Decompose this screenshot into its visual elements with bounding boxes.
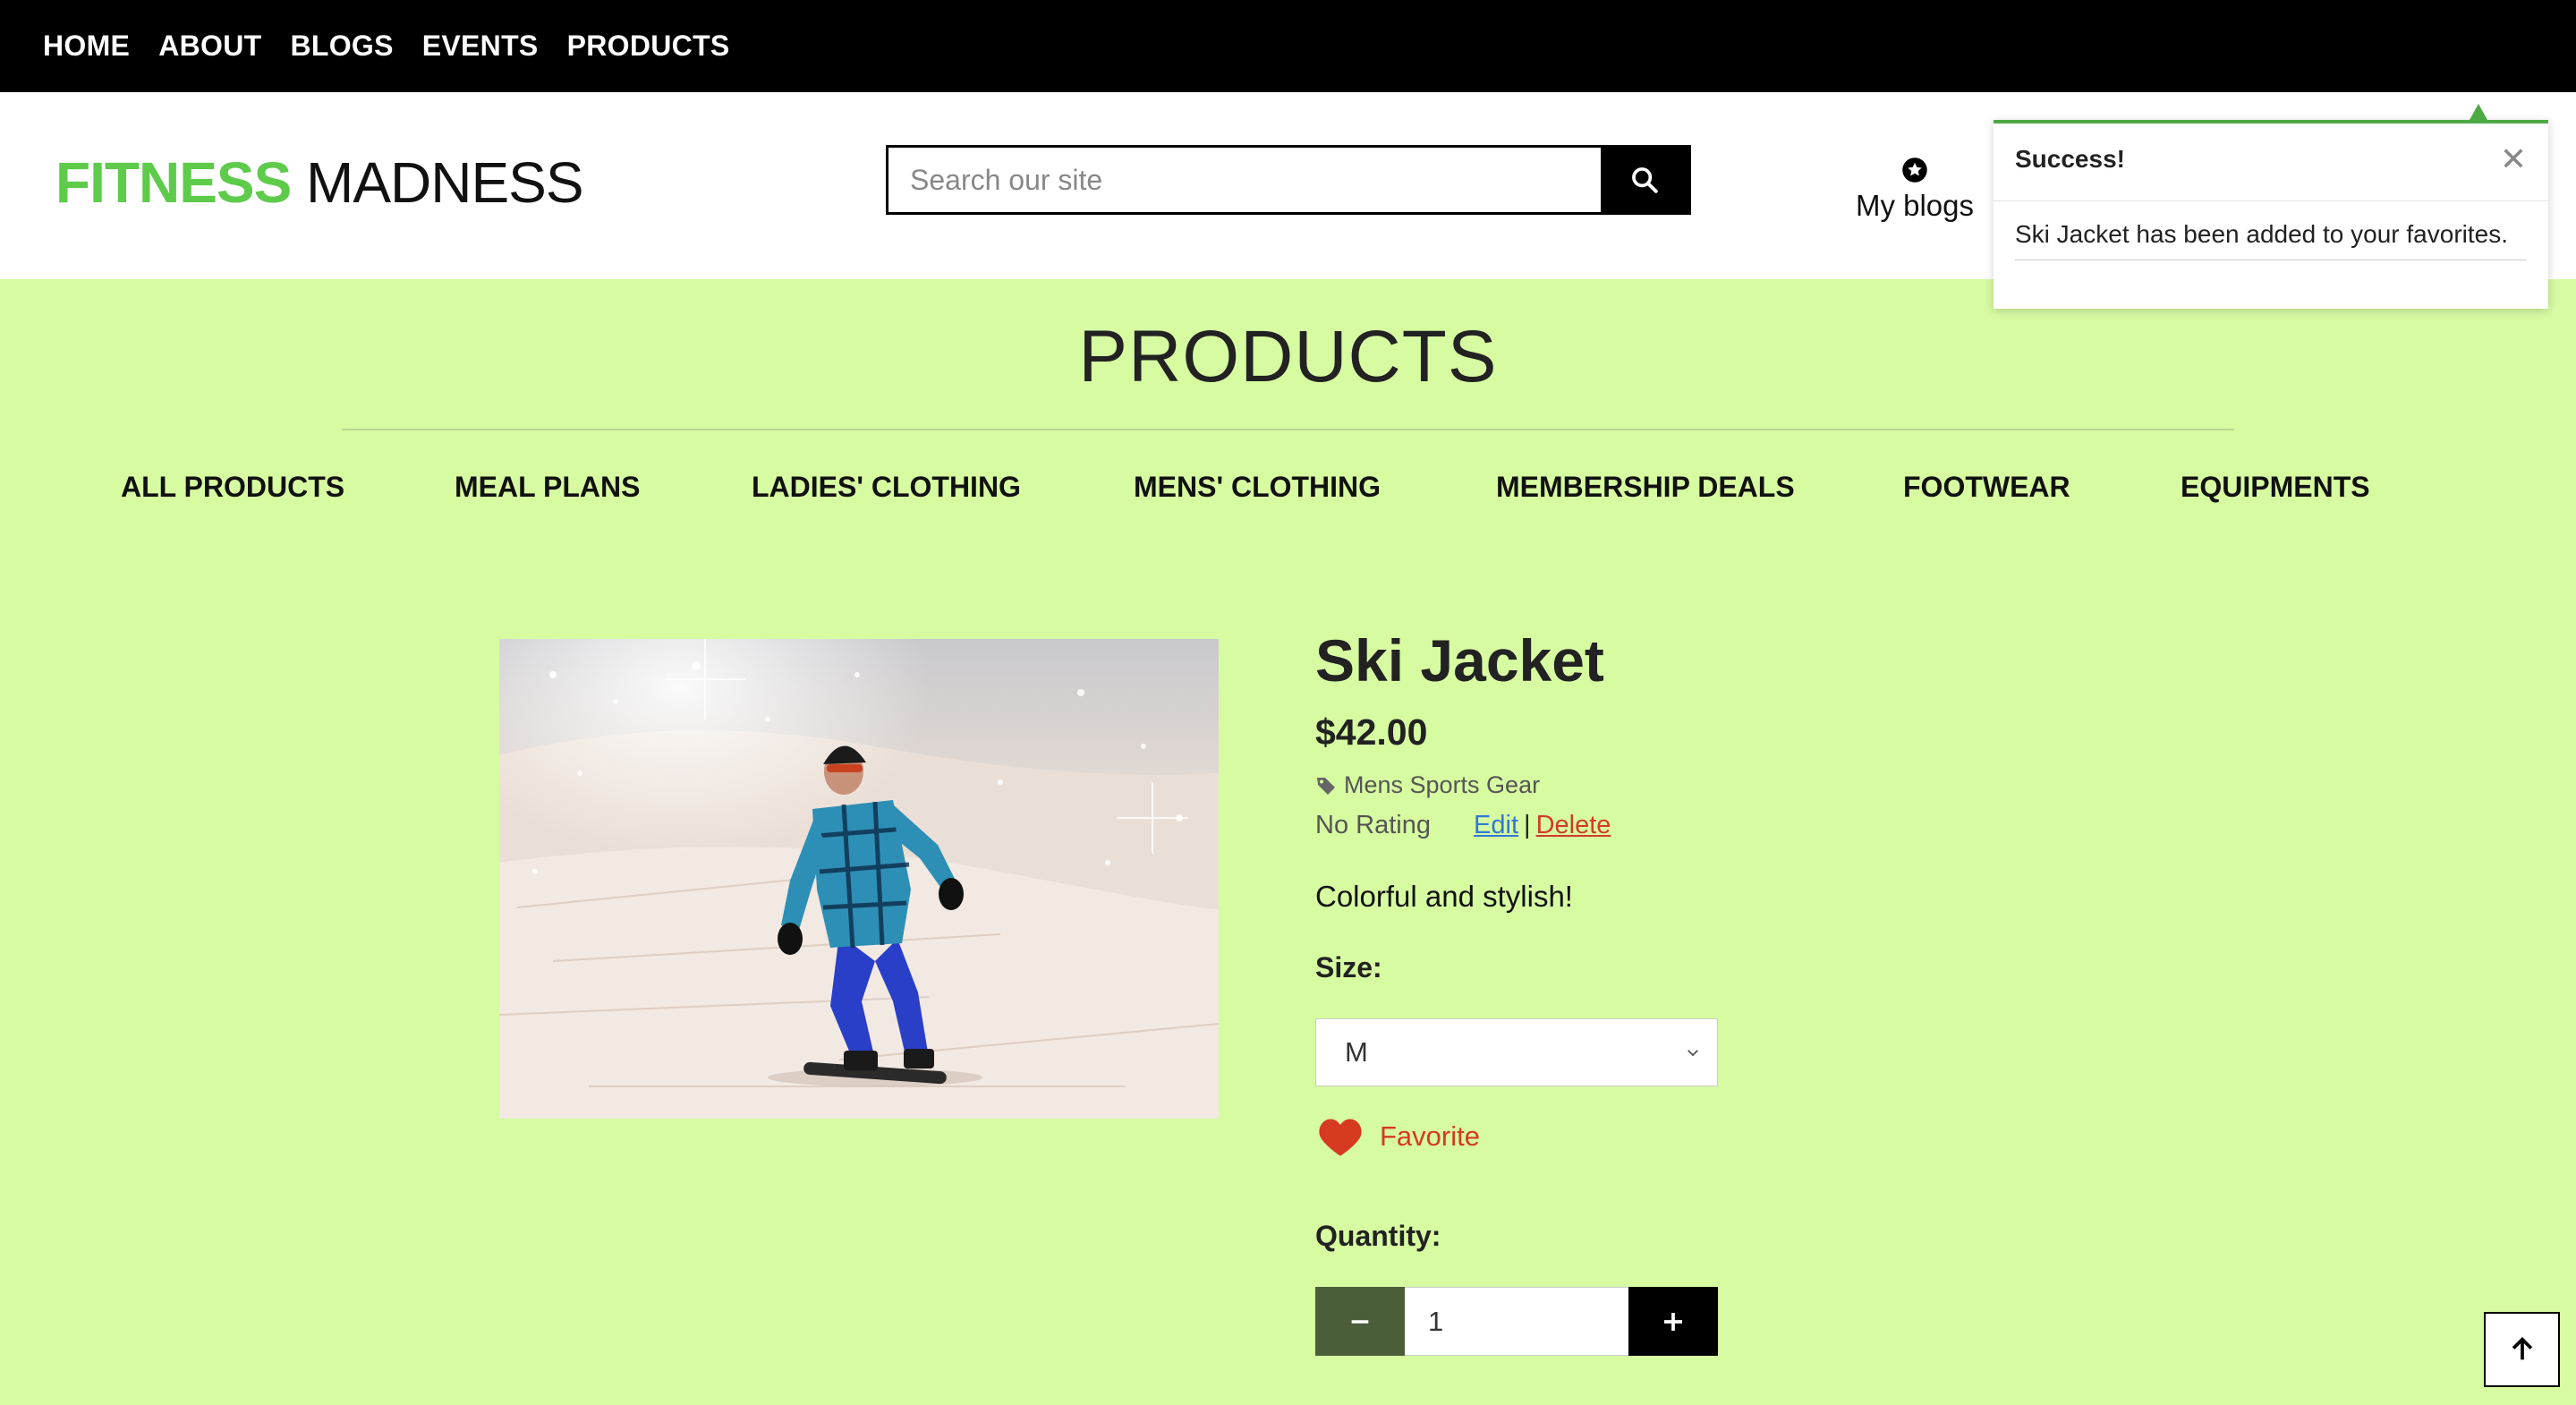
toast-title: Success! (2015, 145, 2125, 173)
favorite-button[interactable]: Favorite (1317, 1115, 1480, 1158)
page-title: PRODUCTS (1078, 316, 1498, 397)
close-icon[interactable]: ✕ (2500, 143, 2527, 175)
snowboarder-photo-icon (499, 639, 1219, 1119)
delete-link[interactable]: Delete (1536, 811, 1611, 839)
chevron-down-icon (1688, 1050, 1698, 1057)
heart-icon (1319, 1119, 1362, 1156)
quantity-stepper: 1 (1315, 1287, 1718, 1356)
logo-main-text: MADNESS (306, 150, 583, 215)
search-bar (886, 145, 1691, 215)
product-image (499, 639, 1219, 1119)
product-rating: No Rating (1315, 811, 1431, 839)
quantity-label: Quantity: (1315, 1220, 1441, 1252)
product-name: Ski Jacket (1315, 627, 1604, 694)
toast-message: Ski Jacket has been added to your favori… (2015, 220, 2508, 248)
plus-icon (1664, 1312, 1682, 1331)
rating-actions-row: No Rating Edit | Delete (1315, 811, 1611, 840)
quantity-increment-button[interactable] (1628, 1287, 1718, 1356)
size-selected-value: M (1345, 1036, 1368, 1068)
category-equipments[interactable]: EQUIPMENTS (2181, 471, 2370, 504)
title-divider (342, 429, 2234, 430)
toast-arrow (2470, 104, 2487, 120)
top-nav: HOME ABOUT BLOGS EVENTS PRODUCTS (0, 0, 2576, 92)
toast-divider (1994, 200, 2548, 201)
search-button[interactable] (1601, 148, 1688, 212)
minus-icon (1351, 1319, 1369, 1324)
category-all-products[interactable]: ALL PRODUCTS (121, 471, 344, 504)
product-price: $42.00 (1315, 711, 1428, 753)
nav-link-home[interactable]: HOME (43, 30, 130, 63)
tag-icon (1317, 777, 1335, 795)
quantity-decrement-button[interactable] (1315, 1287, 1405, 1356)
favorite-label: Favorite (1380, 1120, 1480, 1152)
arrow-up-icon (2512, 1337, 2532, 1360)
size-select[interactable]: M (1315, 1018, 1718, 1086)
my-blogs-label: My blogs (1855, 189, 1975, 222)
category-label: Mens Sports Gear (1344, 771, 1541, 798)
link-separator: | (1524, 811, 1531, 839)
success-toast: Success! ✕ Ski Jacket has been added to … (1994, 104, 2548, 309)
back-to-top-button[interactable] (2484, 1312, 2560, 1387)
category-membership-deals[interactable]: MEMBERSHIP DEALS (1496, 471, 1795, 504)
product-description: Colorful and stylish! (1315, 880, 1573, 913)
nav-link-blogs[interactable]: BLOGS (290, 30, 393, 63)
edit-link[interactable]: Edit (1474, 811, 1518, 839)
nav-link-events[interactable]: EVENTS (422, 30, 539, 63)
search-icon (1632, 167, 1658, 193)
category-meal-plans[interactable]: MEAL PLANS (455, 471, 640, 504)
category-mens-clothing[interactable]: MENS' CLOTHING (1134, 471, 1381, 504)
category-ladies-clothing[interactable]: LADIES' CLOTHING (752, 471, 1021, 504)
nav-link-about[interactable]: ABOUT (158, 30, 261, 63)
my-blogs-link[interactable]: My blogs (1843, 157, 1986, 223)
product-category: Mens Sports Gear (1315, 771, 1540, 799)
logo-accent-text: FITNESS (55, 150, 292, 215)
blog-star-icon (1902, 158, 1927, 183)
nav-link-products[interactable]: PRODUCTS (567, 30, 730, 63)
site-logo[interactable]: FITNESS MADNESS (55, 149, 584, 216)
size-label: Size: (1315, 951, 1382, 984)
category-footwear[interactable]: FOOTWEAR (1903, 471, 2070, 504)
quantity-input[interactable]: 1 (1405, 1287, 1628, 1356)
search-input[interactable] (888, 148, 1601, 212)
